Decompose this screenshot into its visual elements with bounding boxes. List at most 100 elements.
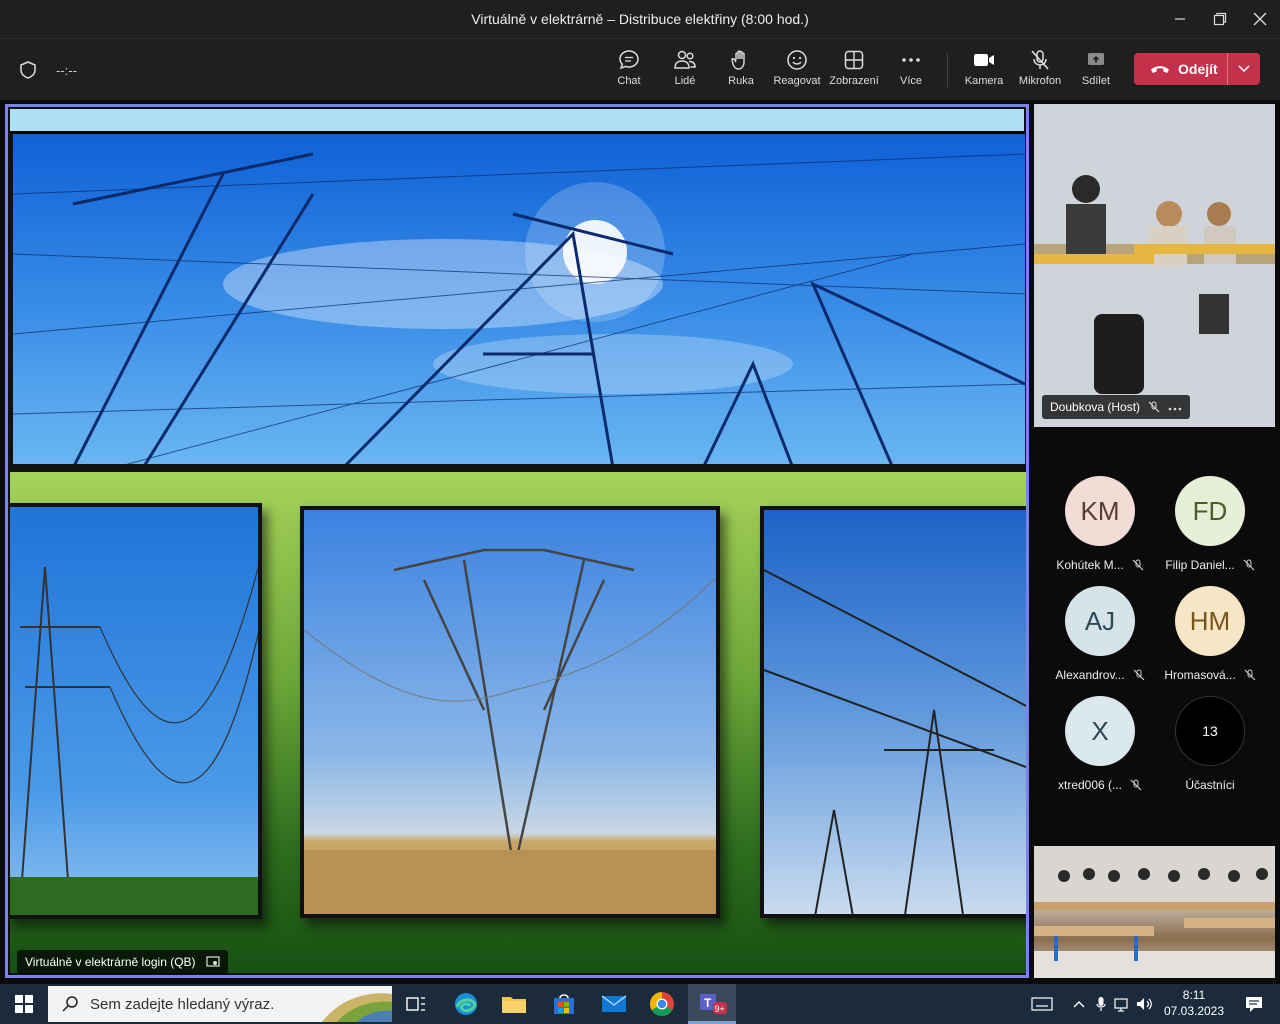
notification-icon bbox=[1246, 997, 1262, 1012]
mic-off-icon bbox=[1130, 779, 1142, 791]
hand-icon bbox=[731, 50, 745, 70]
keyboard-icon bbox=[1031, 997, 1053, 1011]
tray-keyboard-button[interactable] bbox=[1028, 984, 1056, 1024]
toolbar-divider bbox=[947, 53, 948, 87]
raise-hand-button[interactable]: Ruka bbox=[713, 49, 769, 87]
search-placeholder: Sem zadejte hledaný výraz. bbox=[90, 995, 275, 1013]
clock-time: 8:11 bbox=[1182, 988, 1206, 1002]
notifications-button[interactable] bbox=[1230, 984, 1278, 1024]
svg-text:T: T bbox=[704, 996, 712, 1010]
view-button[interactable]: Zobrazení bbox=[826, 49, 882, 87]
participant-tile[interactable]: KM Kohútek M... bbox=[1045, 476, 1155, 572]
mic-off-icon bbox=[1132, 559, 1144, 571]
chrome-icon bbox=[649, 992, 674, 1017]
chat-icon bbox=[619, 50, 639, 70]
leave-button-group: Odejít bbox=[1134, 53, 1260, 85]
more-dots-icon bbox=[1168, 407, 1182, 411]
host-video-tile[interactable]: Doubkova (Host) bbox=[1034, 104, 1275, 427]
minimize-button[interactable] bbox=[1160, 0, 1200, 38]
meeting-toolbar: --:-- Chat Lidé Ruka Reagovat Zobrazení … bbox=[0, 38, 1280, 100]
avatar: KM bbox=[1065, 476, 1135, 546]
taskbar-app-explorer[interactable] bbox=[490, 984, 538, 1024]
pylon-photo-center bbox=[300, 506, 720, 918]
avatar: AJ bbox=[1065, 586, 1135, 656]
taskbar-app-store[interactable] bbox=[540, 984, 588, 1024]
network-icon bbox=[1114, 998, 1128, 1012]
task-view-icon bbox=[406, 997, 425, 1011]
avatar: X bbox=[1065, 696, 1135, 766]
taskbar-app-mail[interactable] bbox=[590, 984, 638, 1024]
restore-icon bbox=[1213, 12, 1227, 26]
participant-name: Filip Daniel... bbox=[1165, 558, 1235, 572]
smiley-icon bbox=[787, 50, 807, 70]
search-icon bbox=[62, 996, 78, 1012]
share-screen-icon bbox=[1088, 53, 1104, 65]
store-icon bbox=[554, 994, 574, 1014]
share-button[interactable]: Sdílet bbox=[1068, 49, 1124, 87]
grid-view-icon bbox=[844, 50, 864, 70]
mic-off-icon bbox=[1244, 669, 1256, 681]
taskbar-app-chrome[interactable] bbox=[638, 984, 686, 1024]
volume-icon bbox=[1137, 998, 1152, 1010]
edge-icon bbox=[455, 993, 477, 1015]
participant-tile[interactable]: HM Hromasová... bbox=[1155, 586, 1265, 682]
tray-volume[interactable] bbox=[1134, 984, 1156, 1024]
more-button[interactable]: Více bbox=[883, 49, 939, 87]
shared-screen: Virtuálně v elektrárně login (QB) bbox=[5, 104, 1029, 978]
tray-overflow-button[interactable] bbox=[1068, 984, 1090, 1024]
host-name-tag: Doubkova (Host) bbox=[1042, 395, 1191, 419]
close-button[interactable] bbox=[1240, 0, 1280, 38]
teams-icon: T 9+ bbox=[700, 993, 727, 1014]
camera-button[interactable]: Kamera bbox=[956, 49, 1012, 87]
people-icon bbox=[674, 50, 696, 69]
participant-count-badge: 13 bbox=[1175, 696, 1245, 766]
teams-meeting-window: Virtuálně v elektrárně – Distribuce elek… bbox=[0, 0, 1280, 1024]
avatar: FD bbox=[1175, 476, 1245, 546]
minimize-icon bbox=[1175, 18, 1185, 20]
tray-microphone[interactable] bbox=[1090, 984, 1112, 1024]
chat-button[interactable]: Chat bbox=[601, 49, 657, 87]
classroom-video-tile[interactable] bbox=[1034, 846, 1275, 978]
hang-up-icon bbox=[1151, 66, 1169, 73]
participant-name: Hromasová... bbox=[1164, 668, 1236, 682]
mail-icon bbox=[601, 995, 627, 1012]
shield-icon bbox=[20, 61, 36, 79]
participants-count-button[interactable]: 13 Účastníci bbox=[1155, 696, 1265, 792]
people-button[interactable]: Lidé bbox=[657, 49, 713, 87]
close-icon bbox=[1253, 12, 1267, 26]
taskbar-search-box[interactable]: Sem zadejte hledaný výraz. bbox=[48, 986, 392, 1022]
title-bar: Virtuálně v elektrárně – Distribuce elek… bbox=[0, 0, 1280, 38]
more-dots-icon bbox=[902, 58, 920, 62]
microphone-button[interactable]: Mikrofon bbox=[1012, 49, 1068, 87]
leave-options-button[interactable] bbox=[1227, 53, 1260, 85]
task-view-button[interactable] bbox=[392, 984, 440, 1024]
react-button[interactable]: Reagovat bbox=[769, 49, 825, 87]
window-title: Virtuálně v elektrárně – Distribuce elek… bbox=[471, 11, 809, 27]
participant-tile[interactable]: X xtred006 (... bbox=[1045, 696, 1155, 792]
participant-tile[interactable]: AJ Alexandrov... bbox=[1045, 586, 1155, 682]
mic-off-icon bbox=[1148, 401, 1160, 413]
classroom-video bbox=[1034, 104, 1275, 427]
mic-off-icon bbox=[1031, 50, 1049, 70]
screen-share-icon bbox=[205, 956, 220, 967]
teams-badge: 9+ bbox=[715, 1004, 725, 1014]
taskbar-app-teams[interactable]: T 9+ bbox=[688, 984, 736, 1024]
classroom-video bbox=[1034, 846, 1275, 978]
mic-off-icon bbox=[1133, 669, 1145, 681]
leave-button[interactable]: Odejít bbox=[1134, 53, 1227, 85]
restore-button[interactable] bbox=[1200, 0, 1240, 38]
search-highlight-image bbox=[322, 993, 392, 1022]
tray-network[interactable] bbox=[1112, 984, 1134, 1024]
camera-icon bbox=[974, 54, 994, 66]
taskbar-app-edge[interactable] bbox=[442, 984, 490, 1024]
chevron-down-icon bbox=[1238, 65, 1250, 73]
microphone-icon bbox=[1096, 997, 1106, 1011]
pylon-photo-left bbox=[8, 503, 262, 919]
participant-name: Kohútek M... bbox=[1056, 558, 1124, 572]
participant-tile[interactable]: FD Filip Daniel... bbox=[1155, 476, 1265, 572]
participant-name: xtred006 (... bbox=[1057, 778, 1123, 792]
start-button[interactable] bbox=[0, 984, 48, 1024]
participant-name: Alexandrov... bbox=[1055, 668, 1125, 682]
windows-taskbar: Sem zadejte hledaný výraz. T 9+ 8:11 07.… bbox=[0, 984, 1280, 1024]
taskbar-clock[interactable]: 8:11 07.03.2023 bbox=[1160, 987, 1228, 1019]
